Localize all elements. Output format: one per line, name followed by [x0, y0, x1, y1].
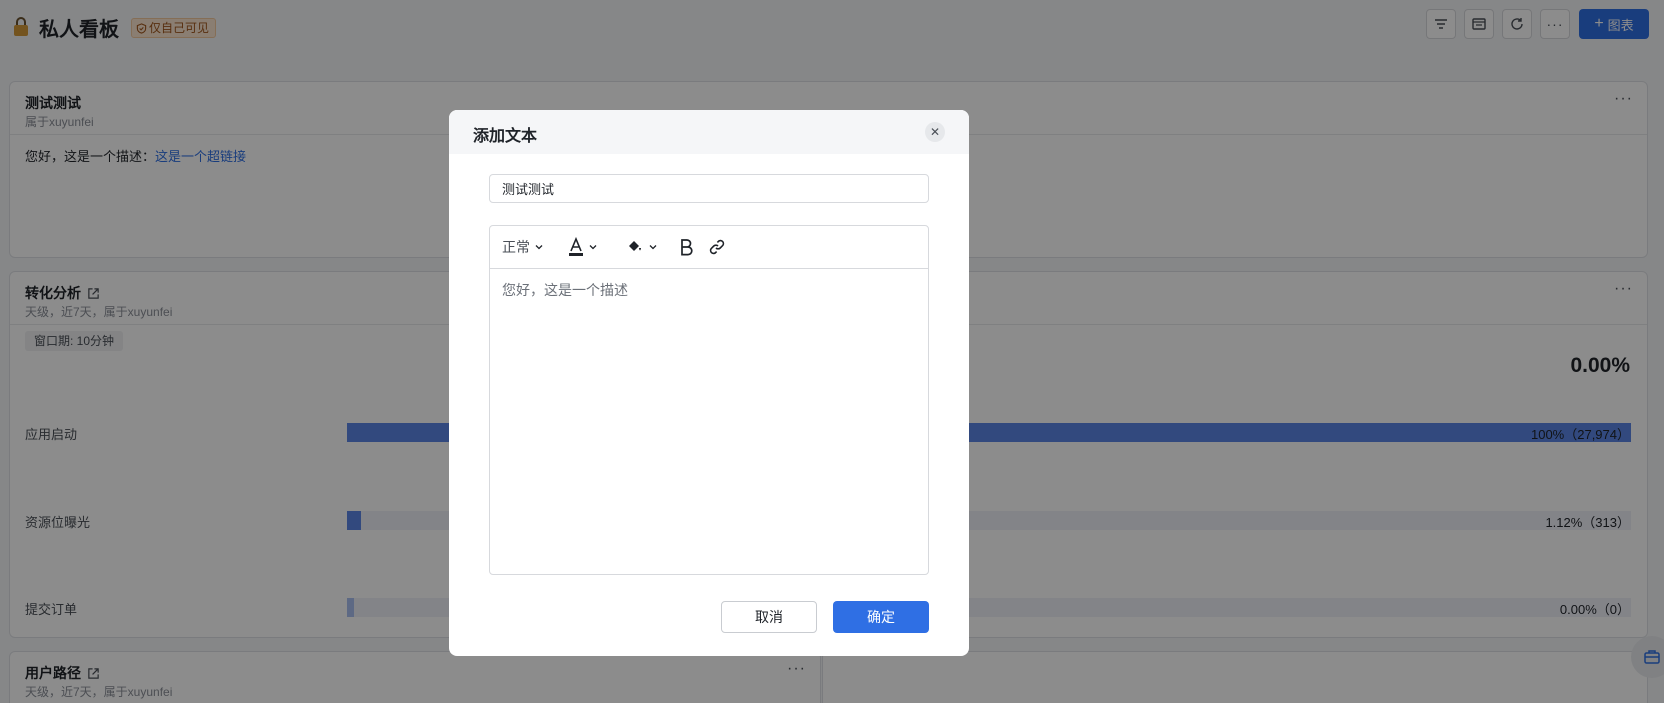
- font-color-icon: [569, 237, 583, 256]
- chevron-down-icon: [535, 245, 543, 250]
- dialog-title: 添加文本: [473, 128, 538, 145]
- paragraph-style-label: 正常: [502, 239, 530, 255]
- paint-bucket-icon: [629, 241, 641, 251]
- background-color-picker[interactable]: [626, 236, 658, 258]
- font-color-picker[interactable]: [568, 236, 598, 258]
- link-button[interactable]: [708, 236, 726, 258]
- chevron-down-icon: [589, 245, 597, 250]
- confirm-button[interactable]: 确定: [833, 601, 929, 633]
- editor-content[interactable]: 您好，这是一个描述: [502, 280, 628, 300]
- cancel-button[interactable]: 取消: [721, 601, 817, 633]
- text-title-input[interactable]: [489, 174, 929, 203]
- chevron-down-icon: [649, 245, 657, 250]
- bold-button[interactable]: [678, 236, 694, 258]
- link-icon: [709, 239, 725, 255]
- paragraph-style-select[interactable]: 正常: [502, 236, 544, 258]
- editor-toolbar: 正常: [490, 226, 928, 269]
- close-icon: ✕: [929, 125, 941, 139]
- dialog-header: 添加文本 ✕: [449, 110, 969, 154]
- bold-icon: [681, 239, 693, 256]
- close-button[interactable]: ✕: [925, 122, 945, 142]
- add-text-dialog: 添加文本 ✕ 正常 您好，这是一个描: [449, 110, 969, 656]
- rich-text-editor: 正常 您好，这是一个描述: [489, 225, 929, 575]
